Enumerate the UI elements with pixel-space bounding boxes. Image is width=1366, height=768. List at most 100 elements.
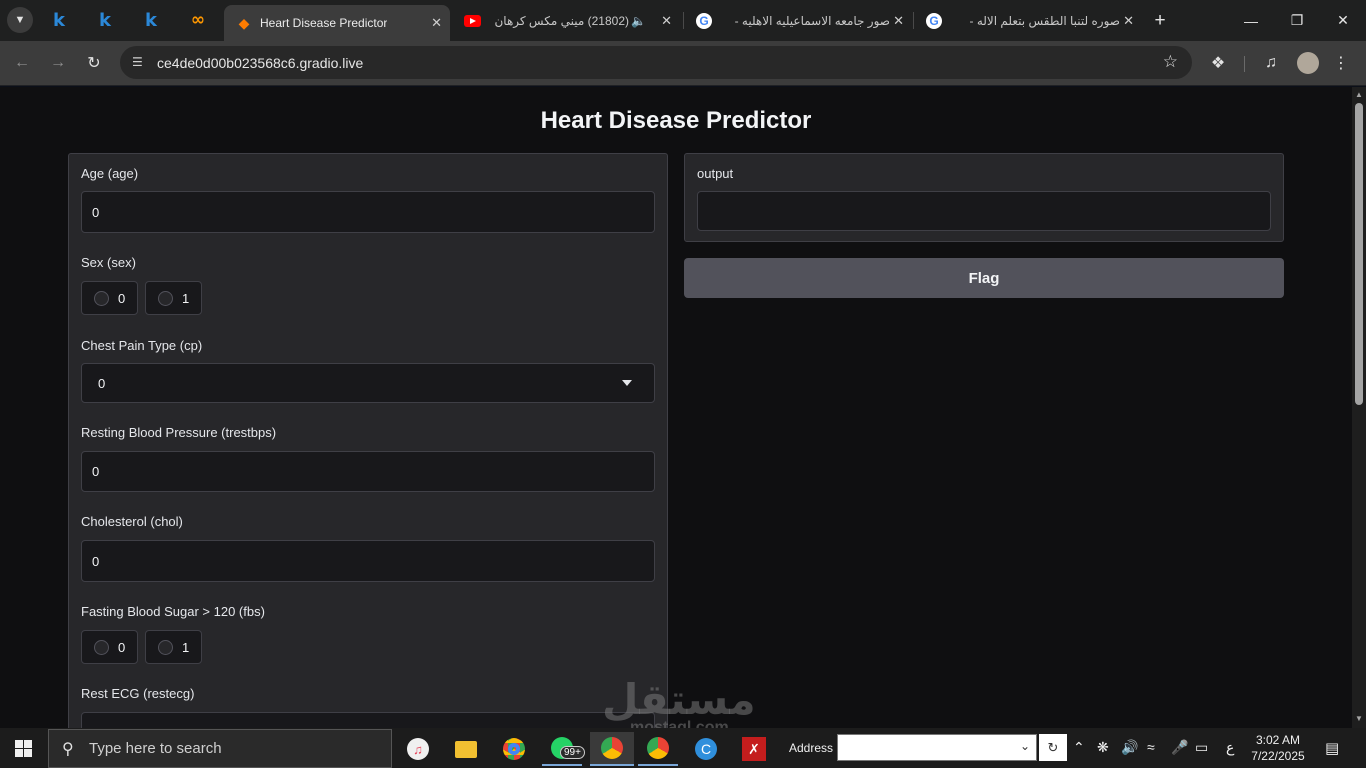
pinned-tab-colab[interactable]: ∞	[186, 8, 210, 32]
refresh-icon: ↻	[1047, 739, 1059, 755]
radio-label: 0	[118, 290, 126, 306]
taskbar-pdf-app[interactable]: ✗	[734, 732, 774, 766]
chevron-down-icon[interactable]: ⌄	[1020, 739, 1030, 753]
taskbar-chrome[interactable]	[494, 732, 534, 766]
taskbar-chrome-profile-2[interactable]	[638, 732, 678, 766]
colab-icon: ∞	[190, 10, 206, 30]
page-title: Heart Disease Predictor	[540, 107, 812, 134]
chatgpt-icon[interactable]: ❋	[1097, 739, 1109, 756]
pinned-tab-2[interactable]: k	[93, 8, 117, 32]
age-value: 0	[92, 204, 100, 220]
age-input[interactable]: 0	[81, 191, 655, 233]
taskbar-search[interactable]: ⚲ Type here to search	[48, 729, 392, 768]
sex-radio-1[interactable]: 1	[145, 281, 202, 315]
chol-input[interactable]: 0	[81, 540, 655, 582]
scroll-down-icon[interactable]: ▼	[1355, 714, 1363, 723]
close-icon[interactable]: ✕	[893, 13, 904, 29]
back-button[interactable]: ←	[8, 49, 36, 77]
tab-google-images-1[interactable]: G صور جامعه الاسماعيليه الاهليه - ✕	[684, 6, 912, 35]
media-controls-button[interactable]: ♫	[1258, 50, 1284, 76]
clock-date: 7/22/2025	[1251, 749, 1305, 763]
pinned-tab-3[interactable]: k	[139, 8, 163, 32]
taskbar-whatsapp[interactable]: 99+	[542, 732, 585, 766]
reload-button[interactable]: ↻	[80, 49, 108, 77]
microphone-icon[interactable]: 🎤	[1171, 739, 1188, 756]
plus-icon: +	[1154, 9, 1166, 31]
chol-label: Cholesterol (chol)	[81, 514, 183, 529]
url-text[interactable]: ce4de0d00b023568c6.gradio.live	[157, 55, 363, 71]
address-toolbar-input[interactable]: ⌄	[837, 734, 1037, 761]
tab-title: (21802) ميني مكس كرهان	[494, 13, 629, 28]
canva-icon: C	[695, 738, 717, 760]
minimize-button[interactable]: —	[1228, 0, 1274, 41]
volume-icon[interactable]: 🔊	[1121, 739, 1138, 756]
gradio-icon: ◆	[238, 14, 250, 31]
chevron-up-icon[interactable]: ⌃	[1073, 739, 1085, 756]
speaker-icon[interactable]: 🔈	[631, 14, 646, 28]
search-placeholder: Type here to search	[89, 740, 222, 757]
fbs-label: Fasting Blood Sugar > 120 (fbs)	[81, 604, 265, 619]
new-tab-button[interactable]: +	[1142, 0, 1178, 41]
wifi-icon[interactable]: ≈	[1147, 739, 1155, 755]
taskbar-chrome-profile-1[interactable]	[590, 732, 634, 766]
input-language[interactable]: ع	[1226, 739, 1234, 756]
windows-logo-icon	[15, 740, 23, 748]
cp-label: Chest Pain Type (cp)	[81, 338, 203, 353]
restore-button[interactable]: ❐	[1274, 0, 1320, 41]
restecg-dropdown[interactable]	[81, 712, 655, 728]
reload-icon: ↻	[87, 55, 101, 72]
fbs-radio-1[interactable]: 1	[145, 630, 202, 664]
close-icon[interactable]: ✕	[1123, 13, 1134, 29]
pinned-tab-1[interactable]: k	[47, 8, 71, 32]
pinned-tab-icon: k	[53, 9, 65, 31]
taskbar-canva[interactable]: C	[686, 732, 726, 766]
sex-radio-0[interactable]: 0	[81, 281, 138, 315]
star-icon[interactable]: ☆	[1163, 52, 1178, 72]
radio-label: 0	[118, 639, 126, 655]
restecg-label: Rest ECG (restecg)	[81, 686, 195, 701]
page-scrollbar[interactable]: ▲ ▼	[1352, 87, 1366, 728]
forward-button[interactable]: →	[44, 49, 72, 77]
scroll-up-icon[interactable]: ▲	[1355, 90, 1363, 99]
flag-button[interactable]: Flag	[684, 258, 1284, 298]
watermark-logo: مستقل	[602, 675, 756, 724]
trestbps-input[interactable]: 0	[81, 451, 655, 492]
address-go-button[interactable]: ↻	[1039, 734, 1067, 761]
chevron-down-icon	[622, 380, 632, 386]
tab-title: صور جامعه الاسماعيليه الاهليه -	[734, 13, 890, 28]
fbs-radio-0[interactable]: 0	[81, 630, 138, 664]
taskbar-itunes[interactable]: ♫	[398, 732, 438, 766]
address-toolbar-label: Address	[789, 741, 834, 755]
taskbar-file-explorer[interactable]	[446, 732, 486, 766]
notifications-icon[interactable]: ▤	[1325, 739, 1339, 757]
chrome-menu-button[interactable]: ⋮	[1328, 50, 1354, 76]
tab-youtube[interactable]: (21802) ميني مكس كرهان 🔈 ✕	[452, 6, 680, 35]
puzzle-icon: ❖	[1210, 55, 1226, 72]
tab-search-button[interactable]: ▼	[7, 7, 33, 33]
scrollbar-thumb[interactable]	[1355, 103, 1363, 405]
chevron-down-icon: ▼	[14, 14, 26, 26]
chrome-icon	[503, 738, 525, 760]
google-icon: G	[926, 12, 942, 29]
start-button[interactable]	[15, 740, 32, 757]
battery-icon[interactable]: ▭	[1195, 739, 1208, 756]
close-icon[interactable]: ✕	[661, 13, 672, 29]
extensions-button[interactable]: ❖	[1205, 50, 1231, 76]
cp-dropdown[interactable]: 0	[81, 363, 655, 403]
profile-button[interactable]	[1295, 50, 1321, 76]
site-info-icon[interactable]: ☰	[132, 55, 143, 69]
tab-heart-disease-predictor[interactable]: ◆ Heart Disease Predictor ✕	[224, 5, 450, 41]
search-icon: ⚲	[62, 741, 74, 758]
tab-google-images-2[interactable]: G صوره لتنبا الطقس بتعلم الاله - ✕	[914, 6, 1142, 35]
output-textbox[interactable]	[697, 191, 1271, 231]
address-bar[interactable]: ☰ ce4de0d00b023568c6.gradio.live ☆	[120, 46, 1192, 79]
age-label: Age (age)	[81, 166, 139, 181]
system-clock[interactable]: 3:02 AM 7/22/2025	[1246, 732, 1310, 764]
inputs-panel: Age (age) 0 Sex (sex) 0 1 Chest Pain Typ…	[68, 153, 668, 728]
trestbps-label: Resting Blood Pressure (trestbps)	[81, 425, 277, 440]
close-icon[interactable]: ✕	[431, 15, 442, 31]
radio-circle	[94, 290, 109, 306]
close-window-button[interactable]: ✕	[1320, 0, 1366, 41]
close-icon: ✕	[1337, 12, 1349, 28]
itunes-icon: ♫	[407, 738, 429, 760]
